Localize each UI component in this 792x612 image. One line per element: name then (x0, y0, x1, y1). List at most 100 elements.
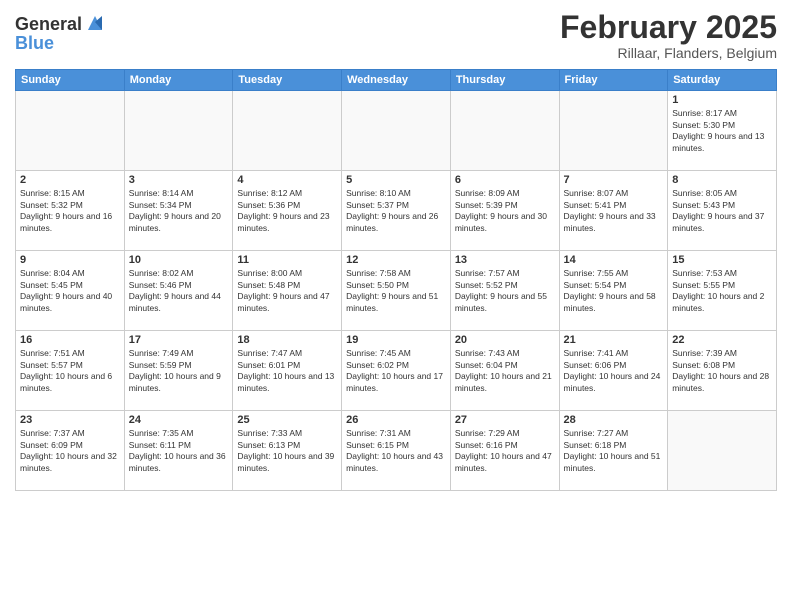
day-info: Sunrise: 7:41 AM Sunset: 6:06 PM Dayligh… (564, 348, 664, 394)
day-number: 22 (672, 334, 772, 346)
day-info: Sunrise: 7:45 AM Sunset: 6:02 PM Dayligh… (346, 348, 446, 394)
day-number: 2 (20, 174, 120, 186)
table-row (124, 91, 233, 171)
calendar-week-3: 16 Sunrise: 7:51 AM Sunset: 5:57 PM Dayli… (16, 331, 777, 411)
table-row: 16 Sunrise: 7:51 AM Sunset: 5:57 PM Dayli… (16, 331, 125, 411)
day-info: Sunrise: 7:35 AM Sunset: 6:11 PM Dayligh… (129, 428, 229, 474)
day-number: 27 (455, 414, 555, 426)
col-friday: Friday (559, 70, 668, 91)
logo-text: General Blue (15, 14, 106, 52)
day-info: Sunrise: 8:09 AM Sunset: 5:39 PM Dayligh… (455, 188, 555, 234)
day-info: Sunrise: 7:58 AM Sunset: 5:50 PM Dayligh… (346, 268, 446, 314)
table-row: 5 Sunrise: 8:10 AM Sunset: 5:37 PM Daylig… (342, 171, 451, 251)
table-row (450, 91, 559, 171)
day-info: Sunrise: 7:51 AM Sunset: 5:57 PM Dayligh… (20, 348, 120, 394)
table-row: 20 Sunrise: 7:43 AM Sunset: 6:04 PM Dayli… (450, 331, 559, 411)
day-number: 13 (455, 254, 555, 266)
table-row (559, 91, 668, 171)
table-row: 18Sunrise: 7:47 AM Sunset: 6:01 PM Dayli… (233, 331, 342, 411)
title-block: February 2025 Rillaar, Flanders, Belgium (560, 10, 777, 61)
day-info: Sunrise: 7:39 AM Sunset: 6:08 PM Dayligh… (672, 348, 772, 394)
table-row: 21 Sunrise: 7:41 AM Sunset: 6:06 PM Dayli… (559, 331, 668, 411)
day-number: 21 (564, 334, 664, 346)
table-row: 12 Sunrise: 7:58 AM Sunset: 5:50 PM Dayli… (342, 251, 451, 331)
table-row: 8 Sunrise: 8:05 AM Sunset: 5:43 PM Daylig… (668, 171, 777, 251)
day-info: Sunrise: 8:04 AM Sunset: 5:45 PM Dayligh… (20, 268, 120, 314)
day-number: 9 (20, 254, 120, 266)
day-number: 7 (564, 174, 664, 186)
calendar-week-1: 2 Sunrise: 8:15 AM Sunset: 5:32 PM Daylig… (16, 171, 777, 251)
table-row: 24 Sunrise: 7:35 AM Sunset: 6:11 PM Dayli… (124, 411, 233, 491)
day-number: 26 (346, 414, 446, 426)
calendar-title: February 2025 (560, 10, 777, 45)
table-row: 14Sunrise: 7:55 AM Sunset: 5:54 PM Dayli… (559, 251, 668, 331)
day-number: 20 (455, 334, 555, 346)
table-row (233, 91, 342, 171)
day-info: Sunrise: 8:14 AM Sunset: 5:34 PM Dayligh… (129, 188, 229, 234)
table-row: 1 Sunrise: 8:17 AM Sunset: 5:30 PM Daylig… (668, 91, 777, 171)
day-info: Sunrise: 8:10 AM Sunset: 5:37 PM Dayligh… (346, 188, 446, 234)
day-number: 12 (346, 254, 446, 266)
table-row: 11 Sunrise: 8:00 AM Sunset: 5:48 PM Dayli… (233, 251, 342, 331)
day-number: 3 (129, 174, 229, 186)
col-thursday: Thursday (450, 70, 559, 91)
day-info: Sunrise: 8:12 AM Sunset: 5:36 PM Dayligh… (237, 188, 337, 234)
logo-blue: Blue (15, 34, 106, 52)
table-row: 23 Sunrise: 7:37 AM Sunset: 6:09 PM Dayli… (16, 411, 125, 491)
page: General Blue February 2025 Rillaar, Flan… (0, 0, 792, 612)
day-number: 8 (672, 174, 772, 186)
table-row: 9 Sunrise: 8:04 AM Sunset: 5:45 PM Daylig… (16, 251, 125, 331)
day-number: 23 (20, 414, 120, 426)
day-info: Sunrise: 7:47 AM Sunset: 6:01 PM Dayligh… (237, 348, 337, 394)
table-row: 28 Sunrise: 7:27 AM Sunset: 6:18 PM Dayli… (559, 411, 668, 491)
day-number: 16 (20, 334, 120, 346)
table-row: 25 Sunrise: 7:33 AM Sunset: 6:13 PM Dayli… (233, 411, 342, 491)
calendar-week-2: 9 Sunrise: 8:04 AM Sunset: 5:45 PM Daylig… (16, 251, 777, 331)
day-number: 28 (564, 414, 664, 426)
day-info: Sunrise: 8:02 AM Sunset: 5:46 PM Dayligh… (129, 268, 229, 314)
day-info: Sunrise: 7:29 AM Sunset: 6:16 PM Dayligh… (455, 428, 555, 474)
calendar-table: Sunday Monday Tuesday Wednesday Thursday… (15, 69, 777, 491)
day-info: Sunrise: 7:53 AM Sunset: 5:55 PM Dayligh… (672, 268, 772, 314)
logo: General Blue (15, 14, 106, 52)
table-row: 4 Sunrise: 8:12 AM Sunset: 5:36 PM Daylig… (233, 171, 342, 251)
day-info: Sunrise: 8:17 AM Sunset: 5:30 PM Dayligh… (672, 108, 772, 154)
day-number: 24 (129, 414, 229, 426)
table-row (342, 91, 451, 171)
day-info: Sunrise: 7:57 AM Sunset: 5:52 PM Dayligh… (455, 268, 555, 314)
day-number: 6 (455, 174, 555, 186)
day-number: 4 (237, 174, 337, 186)
col-wednesday: Wednesday (342, 70, 451, 91)
table-row: 26 Sunrise: 7:31 AM Sunset: 6:15 PM Dayli… (342, 411, 451, 491)
calendar-week-4: 23 Sunrise: 7:37 AM Sunset: 6:09 PM Dayli… (16, 411, 777, 491)
header: General Blue February 2025 Rillaar, Flan… (15, 10, 777, 61)
header-row: Sunday Monday Tuesday Wednesday Thursday… (16, 70, 777, 91)
day-number: 11 (237, 254, 337, 266)
day-info: Sunrise: 7:37 AM Sunset: 6:09 PM Dayligh… (20, 428, 120, 474)
day-info: Sunrise: 7:43 AM Sunset: 6:04 PM Dayligh… (455, 348, 555, 394)
day-number: 19 (346, 334, 446, 346)
table-row: 3 Sunrise: 8:14 AM Sunset: 5:34 PM Daylig… (124, 171, 233, 251)
day-number: 5 (346, 174, 446, 186)
table-row: 2 Sunrise: 8:15 AM Sunset: 5:32 PM Daylig… (16, 171, 125, 251)
table-row: 22 Sunrise: 7:39 AM Sunset: 6:08 PM Dayli… (668, 331, 777, 411)
day-info: Sunrise: 7:31 AM Sunset: 6:15 PM Dayligh… (346, 428, 446, 474)
day-info: Sunrise: 7:49 AM Sunset: 5:59 PM Dayligh… (129, 348, 229, 394)
day-number: 25 (237, 414, 337, 426)
day-number: 15 (672, 254, 772, 266)
col-sunday: Sunday (16, 70, 125, 91)
day-info: Sunrise: 7:33 AM Sunset: 6:13 PM Dayligh… (237, 428, 337, 474)
table-row: 27 Sunrise: 7:29 AM Sunset: 6:16 PM Dayli… (450, 411, 559, 491)
day-info: Sunrise: 8:00 AM Sunset: 5:48 PM Dayligh… (237, 268, 337, 314)
day-info: Sunrise: 8:15 AM Sunset: 5:32 PM Dayligh… (20, 188, 120, 234)
day-info: Sunrise: 7:27 AM Sunset: 6:18 PM Dayligh… (564, 428, 664, 474)
table-row: 13 Sunrise: 7:57 AM Sunset: 5:52 PM Dayli… (450, 251, 559, 331)
table-row (16, 91, 125, 171)
day-info: Sunrise: 8:05 AM Sunset: 5:43 PM Dayligh… (672, 188, 772, 234)
day-number: 1 (672, 94, 772, 106)
table-row: 6 Sunrise: 8:09 AM Sunset: 5:39 PM Daylig… (450, 171, 559, 251)
col-tuesday: Tuesday (233, 70, 342, 91)
day-number: 10 (129, 254, 229, 266)
logo-general: General (15, 15, 82, 33)
table-row: 17Sunrise: 7:49 AM Sunset: 5:59 PM Dayli… (124, 331, 233, 411)
